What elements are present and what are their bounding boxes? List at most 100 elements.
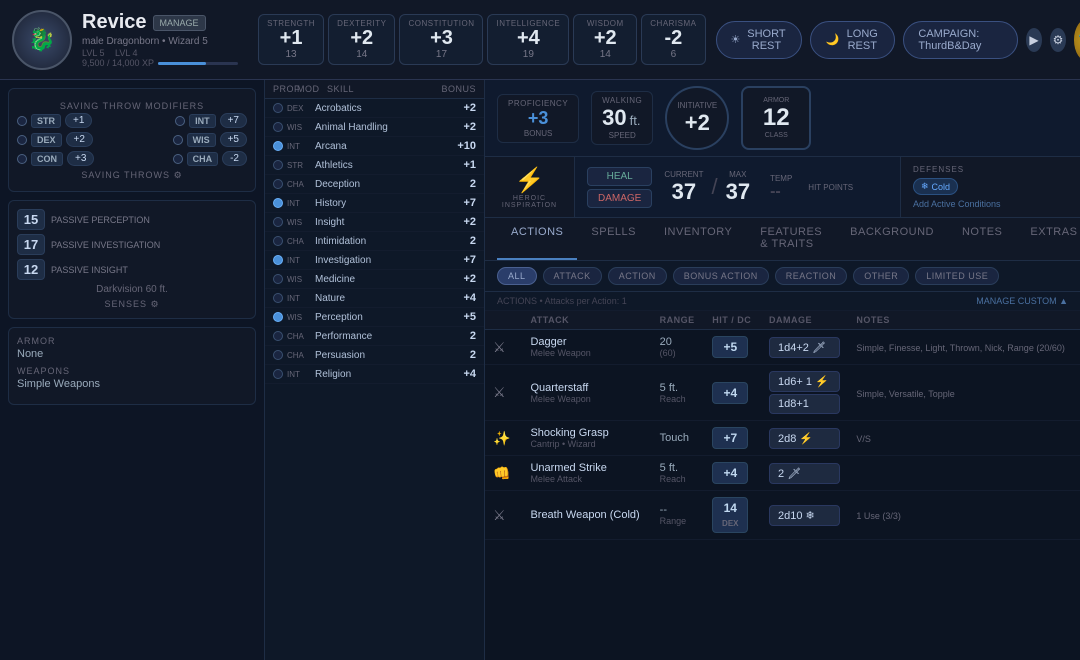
actions-area: ACTIONSSPELLSINVENTORYFEATURES & TRAITSB… [485,218,1080,660]
filter-bonus-action[interactable]: BONUS ACTION [673,267,769,285]
wisdom-stat: Wisdom +2 14 [573,14,637,65]
header-actions: ☀ SHORT REST 🌙 LONG REST CAMPAIGN: Thurd… [716,18,1080,62]
list-item[interactable]: CHA Intimidation 2 [265,232,484,251]
attack-sub: Melee Attack [530,474,643,484]
tab-background[interactable]: BACKGROUND [836,218,948,260]
main-layout: Saving Throw Modifiers STR +1 INT +7 DEX… [0,80,1080,660]
col-range: RANGE [652,311,705,330]
list-item[interactable]: INT History +7 [265,194,484,213]
attack-name: Dagger [530,336,643,348]
tab-spells[interactable]: SPELLS [577,218,650,260]
hit-badge: +7 [712,427,748,449]
attack-name: Quarterstaff [530,382,643,394]
col-attack-name: ATTACK [522,311,651,330]
play-button[interactable]: ▶ [1026,28,1042,52]
proficiency-dot [273,122,283,132]
list-item[interactable]: INT Nature +4 [265,289,484,308]
intelligence-stat: Intelligence +4 19 [487,14,569,65]
attacks-table-body: ⚔ Dagger Melee Weapon 20 (60) +5 1d4+2 🗡… [485,330,1080,540]
attack-name: Breath Weapon (Cold) [530,509,643,521]
attack-icon: 👊 [493,465,510,481]
heroic-inspiration-box[interactable]: ⚡ HEROICINSPIRATION [485,157,575,217]
table-row[interactable]: ✨ Shocking Grasp Cantrip • Wizard Touch … [485,421,1080,456]
table-row[interactable]: ⚔ Breath Weapon (Cold) -- Range 14DEX 2d… [485,491,1080,540]
damage-button[interactable]: DAMAGE [587,189,652,208]
tab-extras[interactable]: EXTRAS [1016,218,1080,260]
list-item[interactable]: DEX Acrobatics +2 [265,99,484,118]
col-damage: DAMAGE [761,311,848,330]
tab-actions[interactable]: ACTIONS [497,218,577,260]
saves-gear-icon[interactable]: ⚙ [174,170,183,180]
attack-icon: ✨ [493,430,510,446]
table-row[interactable]: ⚔ Quarterstaff Melee Weapon 5 ft. Reach … [485,365,1080,421]
hp-section: HEAL DAMAGE CURRENT 37 / MAX 37 TEMP [575,157,900,217]
hit-badge: +4 [712,382,748,404]
table-row[interactable]: 👊 Unarmed Strike Melee Attack 5 ft. Reac… [485,456,1080,491]
filter-reaction[interactable]: REACTION [775,267,848,285]
max-hp-box: MAX 37 [726,170,750,205]
list-item[interactable]: CHA Deception 2 [265,175,484,194]
list-item[interactable]: STR Athletics +1 [265,156,484,175]
filter-action[interactable]: ACTION [608,267,667,285]
filter-limited-use[interactable]: LIMITED USE [915,267,999,285]
hit-badge: +5 [712,336,748,358]
campaign-button[interactable]: CAMPAIGN: ThurdB&Day [903,21,1018,59]
charisma-stat: Charisma -2 6 [641,14,705,65]
table-row[interactable]: ⚔ Dagger Melee Weapon 20 (60) +5 1d4+2 🗡… [485,330,1080,365]
settings-button[interactable]: ⚙ [1050,28,1066,52]
current-hp-box: CURRENT 37 [664,170,703,205]
table-header: ATTACK RANGE HIT / DC DAMAGE NOTES [485,311,1080,330]
save-dot [175,116,185,126]
list-item[interactable]: CHA Performance 2 [265,327,484,346]
list-item[interactable]: INT Religion +4 [265,365,484,384]
filter-other[interactable]: OTHER [853,267,909,285]
manage-custom-button[interactable]: MANAGE CUSTOM ▲ [976,296,1068,306]
right-panel: PROFICIENCY +3 BONUS WALKING 30 ft. SPEE… [485,80,1080,660]
app-logo: 🔨 [1074,18,1080,62]
heroic-icon: ⚡ [515,166,545,195]
character-info: Revice MANAGE male Dragonborn • Wizard 5… [82,11,238,68]
heal-button[interactable]: HEAL [587,167,652,186]
short-rest-button[interactable]: ☀ SHORT REST [716,21,803,59]
ability-scores: Strength +1 13 Dexterity +2 14 Constitut… [258,14,705,65]
save-row: CON +3 CHA -2 [17,151,247,166]
passive-perception-row: 15 PASSIVE PERCEPTION [17,209,247,230]
list-item[interactable]: INT Arcana +10 [265,137,484,156]
xp-bar: 9,500 / 14,000 XP [82,58,238,68]
cold-icon: ❄ [921,181,929,192]
list-item[interactable]: WIS Animal Handling +2 [265,118,484,137]
tab-notes[interactable]: NOTES [948,218,1016,260]
list-item[interactable]: WIS Medicine +2 [265,270,484,289]
attack-name: Shocking Grasp [530,427,643,439]
proficiency-dot [273,217,283,227]
proficiency-dot [273,293,283,303]
proficiency-dot [273,331,283,341]
list-item[interactable]: CHA Persuasion 2 [265,346,484,365]
short-rest-icon: ☀ [731,33,741,46]
proficiency-dot [273,369,283,379]
level-label: LVL 5 LVL 4 [82,48,238,58]
hit-badge: +4 [712,462,748,484]
skills-list: DEX Acrobatics +2 WIS Animal Handling +2… [265,99,484,384]
long-rest-icon: 🌙 [825,33,839,46]
proficiency-dot [273,141,283,151]
tab-features-and-traits[interactable]: FEATURES & TRAITS [746,218,836,260]
proficiency-dot [273,236,283,246]
filter-all[interactable]: ALL [497,267,537,285]
list-item[interactable]: WIS Insight +2 [265,213,484,232]
add-condition-button[interactable]: Add Active Conditions [913,199,1068,209]
save-row: STR +1 INT +7 [17,113,247,128]
actions-table-wrap: ATTACK RANGE HIT / DC DAMAGE NOTES ⚔ Dag… [485,311,1080,660]
proficiency-dot [273,255,283,265]
filter-bar: ALL ATTACK ACTION BONUS ACTION REACTION OTHER… [485,261,1080,292]
list-item[interactable]: WIS Perception +5 [265,308,484,327]
attack-icon: ⚔ [493,339,506,355]
manage-button[interactable]: MANAGE [153,15,206,31]
notes-text: 1 Use (3/3) [856,511,901,521]
list-item[interactable]: INT Investigation +7 [265,251,484,270]
senses-gear-icon[interactable]: ⚙ [150,299,159,309]
proficiency-dot [273,198,283,208]
filter-attack[interactable]: ATTACK [543,267,602,285]
tab-inventory[interactable]: INVENTORY [650,218,746,260]
long-rest-button[interactable]: 🌙 LONG REST [810,21,895,59]
